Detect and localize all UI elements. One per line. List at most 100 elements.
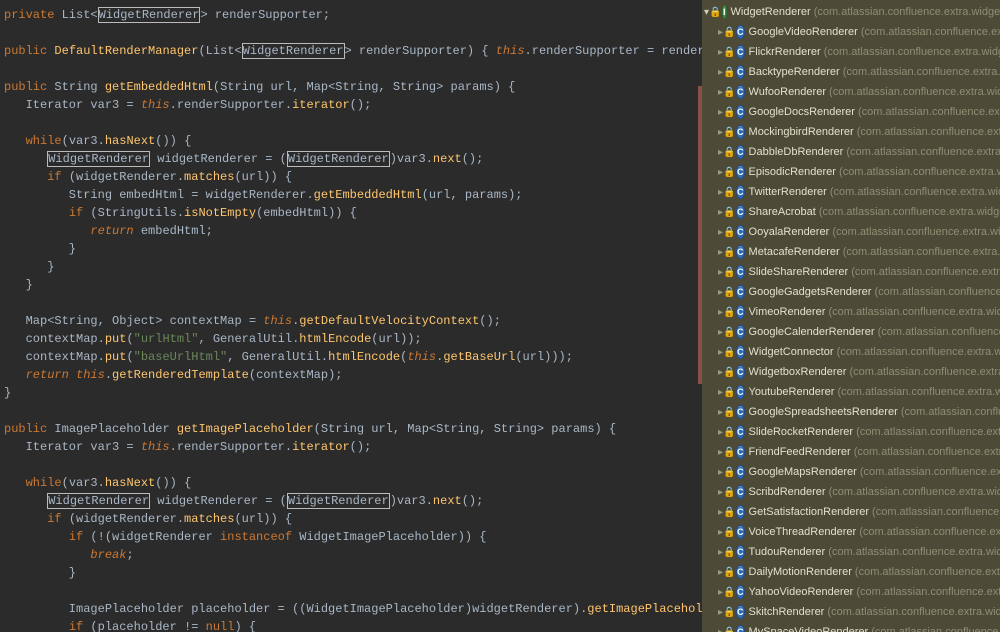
code-line[interactable]: contextMap.put("urlHtml", GeneralUtil.ht… xyxy=(4,330,702,348)
method-call: matches xyxy=(184,512,234,526)
blank-line[interactable] xyxy=(4,24,702,42)
code-line[interactable]: break; xyxy=(4,546,702,564)
tree-item[interactable]: 🔒CMetacafeRenderer (com.atlassian.conflu… xyxy=(702,242,1000,262)
code-line[interactable]: } xyxy=(4,564,702,582)
tree-item[interactable]: 🔒CShareAcrobat (com.atlassian.confluence… xyxy=(702,202,1000,222)
text: . xyxy=(105,368,112,382)
code-line[interactable]: String embedHtml = widgetRenderer.getEmb… xyxy=(4,186,702,204)
lock-icon: 🔒 xyxy=(723,327,735,338)
code-line[interactable]: WidgetRenderer widgetRenderer = (WidgetR… xyxy=(4,150,702,168)
text: (var3. xyxy=(62,476,105,490)
tree-item[interactable]: 🔒CEpisodicRenderer (com.atlassian.conflu… xyxy=(702,162,1000,182)
code-line[interactable]: while(var3.hasNext()) { xyxy=(4,132,702,150)
tree-item[interactable]: 🔒CGoogleMapsRenderer (com.atlassian.conf… xyxy=(702,462,1000,482)
class-icon: C xyxy=(736,85,745,99)
code-line[interactable]: while(var3.hasNext()) { xyxy=(4,474,702,492)
code-line[interactable]: } xyxy=(4,276,702,294)
blank-line[interactable] xyxy=(4,582,702,600)
package-label: (com.atlassian.confluence.extra.widgetco… xyxy=(811,6,1000,18)
tree-item[interactable]: 🔒CVoiceThreadRenderer (com.atlassian.con… xyxy=(702,522,1000,542)
lock-icon: 🔒 xyxy=(723,187,735,198)
class-tree[interactable]: 🔒 I WidgetRenderer (com.atlassian.conflu… xyxy=(702,0,1000,632)
string-literal: "urlHtml" xyxy=(134,332,199,346)
tree-item[interactable]: 🔒CGoogleGadgetsRenderer (com.atlassian.c… xyxy=(702,282,1000,302)
class-name: GoogleSpreadsheetsRenderer xyxy=(749,406,898,418)
tree-item[interactable]: 🔒CGoogleCalenderRenderer (com.atlassian.… xyxy=(702,322,1000,342)
tree-item[interactable]: 🔒CGetSatisfactionRenderer (com.atlassian… xyxy=(702,502,1000,522)
class-name: DabbleDbRenderer xyxy=(749,146,844,158)
text: } xyxy=(4,566,76,580)
tree-item[interactable]: 🔒CTwitterRenderer (com.atlassian.conflue… xyxy=(702,182,1000,202)
code-line[interactable]: return embedHtml; xyxy=(4,222,702,240)
tree-item[interactable]: 🔒CYoutubeRenderer (com.atlassian.conflue… xyxy=(702,382,1000,402)
code-line[interactable]: contextMap.put("baseUrlHtml", GeneralUti… xyxy=(4,348,702,366)
tree-item[interactable]: 🔒CWidgetboxRenderer (com.atlassian.confl… xyxy=(702,362,1000,382)
class-name: SlideShareRenderer xyxy=(749,266,849,278)
code-line[interactable]: public String getEmbeddedHtml(String url… xyxy=(4,78,702,96)
code-line[interactable]: if (widgetRenderer.matches(url)) { xyxy=(4,168,702,186)
hierarchy-panel[interactable]: 🔒 I WidgetRenderer (com.atlassian.conflu… xyxy=(702,0,1000,632)
class-name: ScribdRenderer xyxy=(749,486,826,498)
code-line[interactable]: Iterator var3 = this.renderSupporter.ite… xyxy=(4,96,702,114)
package-label: (com.atlassian.confluence.extra.widgetco… xyxy=(853,426,1000,438)
tree-item[interactable]: 🔒CWufooRenderer (com.atlassian.confluenc… xyxy=(702,82,1000,102)
tree-item[interactable]: 🔒CWidgetConnector (com.atlassian.conflue… xyxy=(702,342,1000,362)
tree-item[interactable]: 🔒CGoogleVideoRenderer (com.atlassian.con… xyxy=(702,22,1000,42)
tree-item[interactable]: 🔒CMySpaceVideoRenderer (com.atlassian.co… xyxy=(702,622,1000,632)
code-line[interactable]: ImagePlaceholder placeholder = ((WidgetI… xyxy=(4,600,702,618)
code-line[interactable]: Iterator var3 = this.renderSupporter.ite… xyxy=(4,438,702,456)
tree-root[interactable]: 🔒 I WidgetRenderer (com.atlassian.conflu… xyxy=(702,2,1000,22)
lock-icon: 🔒 xyxy=(723,407,735,418)
lock-icon: 🔒 xyxy=(723,67,735,78)
text: (contextMap); xyxy=(249,368,343,382)
tree-item[interactable]: 🔒CFlickrRenderer (com.atlassian.confluen… xyxy=(702,42,1000,62)
code-line[interactable]: if (StringUtils.isNotEmpty(embedHtml)) { xyxy=(4,204,702,222)
keyword: if xyxy=(69,530,91,544)
blank-line[interactable] xyxy=(4,456,702,474)
code-line[interactable]: public ImagePlaceholder getImagePlacehol… xyxy=(4,420,702,438)
tree-item[interactable]: 🔒CMockingbirdRenderer (com.atlassian.con… xyxy=(702,122,1000,142)
tree-item[interactable]: 🔒CFriendFeedRenderer (com.atlassian.conf… xyxy=(702,442,1000,462)
code-line[interactable]: Map<String, Object> contextMap = this.ge… xyxy=(4,312,702,330)
code-line[interactable]: return this.getRenderedTemplate(contextM… xyxy=(4,366,702,384)
code-line[interactable]: } xyxy=(4,384,702,402)
blank-line[interactable] xyxy=(4,60,702,78)
method-call: getEmbeddedHtml xyxy=(314,188,422,202)
text xyxy=(4,206,69,220)
tree-item[interactable]: 🔒CGoogleSpreadsheetsRenderer (com.atlass… xyxy=(702,402,1000,422)
tree-item[interactable]: 🔒CTudouRenderer (com.atlassian.confluenc… xyxy=(702,542,1000,562)
code-line[interactable]: if (widgetRenderer.matches(url)) { xyxy=(4,510,702,528)
code-line[interactable]: public DefaultRenderManager(List<WidgetR… xyxy=(4,42,702,60)
keyword: return xyxy=(90,224,140,238)
blank-line[interactable] xyxy=(4,114,702,132)
tree-item[interactable]: 🔒CGoogleDocsRenderer (com.atlassian.conf… xyxy=(702,102,1000,122)
code-line[interactable]: WidgetRenderer widgetRenderer = (WidgetR… xyxy=(4,492,702,510)
text: embedHtml; xyxy=(141,224,213,238)
code-editor[interactable]: private List<WidgetRenderer> renderSuppo… xyxy=(0,0,702,632)
tree-item[interactable]: 🔒CBacktypeRenderer (com.atlassian.conflu… xyxy=(702,62,1000,82)
blank-line[interactable] xyxy=(4,402,702,420)
tree-item[interactable]: 🔒CVimeoRenderer (com.atlassian.confluenc… xyxy=(702,302,1000,322)
tree-item[interactable]: 🔒COoyalaRenderer (com.atlassian.confluen… xyxy=(702,222,1000,242)
tree-item[interactable]: 🔒CScribdRenderer (com.atlassian.confluen… xyxy=(702,482,1000,502)
method-call: next xyxy=(433,152,462,166)
keyword: if xyxy=(69,206,91,220)
tree-item[interactable]: 🔒CYahooVideoRenderer (com.atlassian.conf… xyxy=(702,582,1000,602)
tree-item[interactable]: 🔒CSlideRocketRenderer (com.atlassian.con… xyxy=(702,422,1000,442)
code-line[interactable]: } xyxy=(4,240,702,258)
code-line[interactable]: } xyxy=(4,258,702,276)
tree-item[interactable]: 🔒CDailyMotionRenderer (com.atlassian.con… xyxy=(702,562,1000,582)
code-line[interactable]: private List<WidgetRenderer> renderSuppo… xyxy=(4,6,702,24)
class-name: GoogleDocsRenderer xyxy=(749,106,855,118)
code-line[interactable]: if (!(widgetRenderer instanceof WidgetIm… xyxy=(4,528,702,546)
tree-item[interactable]: 🔒CSkitchRenderer (com.atlassian.confluen… xyxy=(702,602,1000,622)
class-icon: C xyxy=(736,145,745,159)
error-stripe[interactable] xyxy=(698,86,702,384)
code-line[interactable]: if (placeholder != null) { xyxy=(4,618,702,632)
class-icon: C xyxy=(736,265,745,279)
class-name: YoutubeRenderer xyxy=(749,386,835,398)
string-literal: "baseUrlHtml" xyxy=(134,350,228,364)
blank-line[interactable] xyxy=(4,294,702,312)
tree-item[interactable]: 🔒CDabbleDbRenderer (com.atlassian.conflu… xyxy=(702,142,1000,162)
tree-item[interactable]: 🔒CSlideShareRenderer (com.atlassian.conf… xyxy=(702,262,1000,282)
